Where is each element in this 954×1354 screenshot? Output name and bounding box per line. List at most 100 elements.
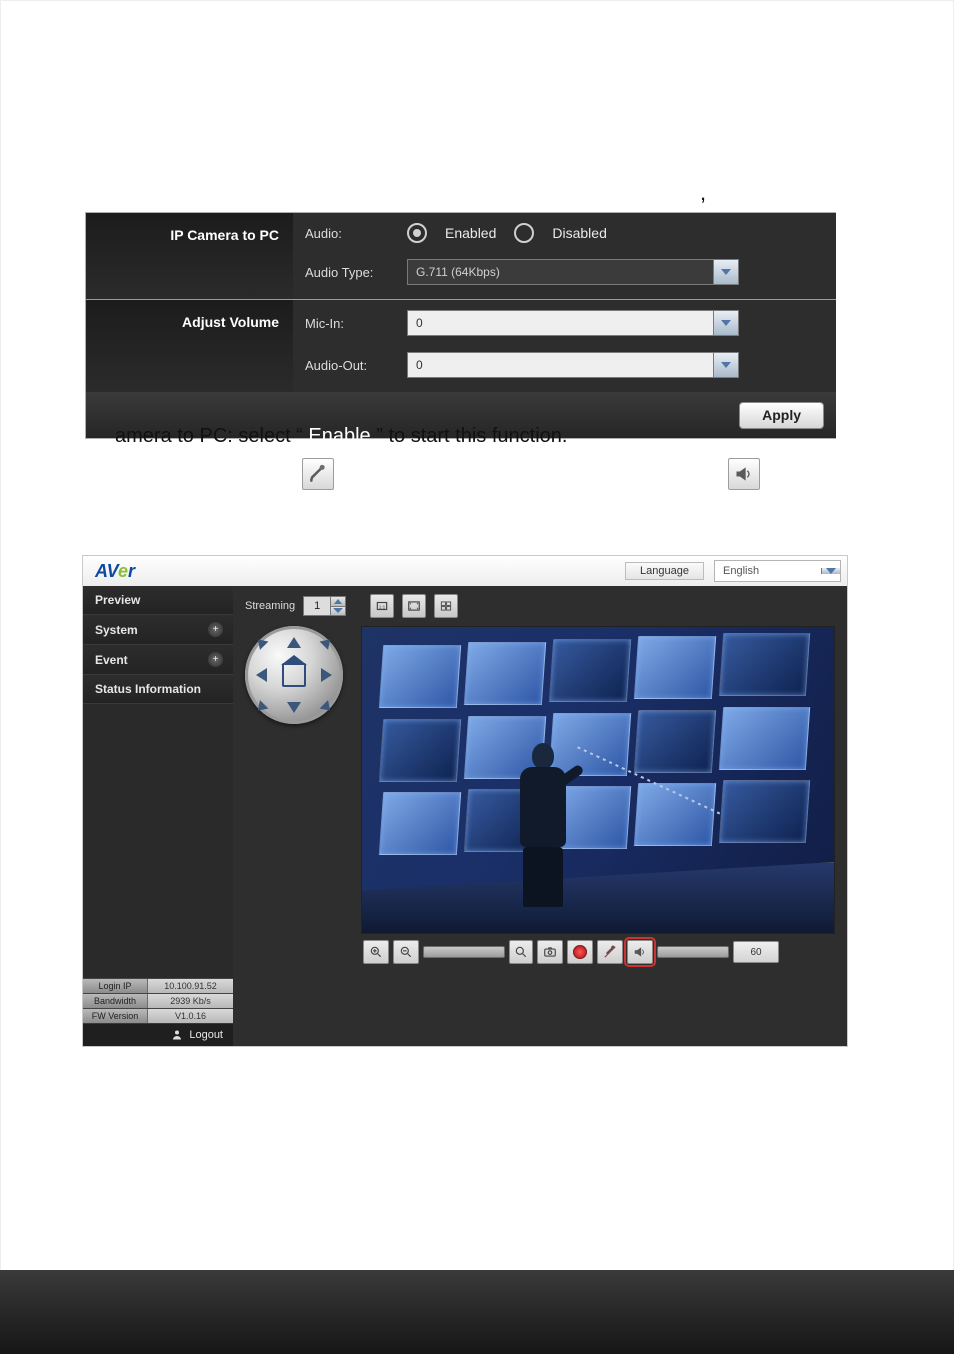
sentence-part-1: amera to PC: select “ xyxy=(115,425,303,447)
zoom-out-icon xyxy=(399,945,413,959)
zoom-in-icon xyxy=(369,945,383,959)
audio-config-panel: IP Camera to PC Audio: Enabled Disabled … xyxy=(85,212,836,439)
snapshot-button[interactable] xyxy=(537,940,563,964)
streaming-value: 1 xyxy=(304,597,330,615)
streaming-toolbar: Streaming 1 1:1 xyxy=(233,586,847,626)
ptz-up-button[interactable] xyxy=(287,637,301,648)
sidebar-item-label: Preview xyxy=(95,593,140,607)
status-value: 2939 Kb/s xyxy=(148,994,233,1008)
language-value: English xyxy=(715,565,821,577)
spinner-down-button[interactable] xyxy=(330,607,345,616)
sidebar-item-system[interactable]: System + xyxy=(83,615,233,645)
app-window: AVer Language English Preview System + E… xyxy=(82,555,848,1047)
mic-in-value: 0 xyxy=(408,311,713,335)
audio-out-dropdown-button[interactable] xyxy=(713,353,738,377)
ptz-up-left-button[interactable] xyxy=(254,635,269,650)
actual-size-icon: 1:1 xyxy=(375,599,389,613)
chevron-down-icon xyxy=(721,269,731,275)
record-icon xyxy=(573,945,587,959)
fit-window-button[interactable] xyxy=(402,594,426,618)
video-preview xyxy=(361,626,835,934)
ptz-dial xyxy=(245,626,343,724)
listen-button[interactable] xyxy=(627,940,653,964)
speaker-icon xyxy=(633,945,647,959)
fullscreen-button[interactable] xyxy=(434,594,458,618)
mic-in-select[interactable]: 0 xyxy=(407,310,739,336)
logout-label: Logout xyxy=(189,1029,223,1041)
language-label: Language xyxy=(625,562,704,580)
audio-type-value: G.711 (64Kbps) xyxy=(408,260,713,284)
sidebar: Preview System + Event + Status Informat… xyxy=(83,586,233,1046)
video-wall-illustration xyxy=(362,627,834,933)
status-value: 10.100.91.52 xyxy=(148,979,233,993)
ptz-home-button[interactable] xyxy=(282,663,306,687)
mic-in-dropdown-button[interactable] xyxy=(713,311,738,335)
sentence-part-2: ” to start this function. xyxy=(376,425,567,447)
streaming-spinner[interactable]: 1 xyxy=(303,596,346,616)
actual-size-button[interactable]: 1:1 xyxy=(370,594,394,618)
sidebar-item-event[interactable]: Event + xyxy=(83,645,233,675)
talk-mic-icon-button[interactable] xyxy=(302,458,334,490)
section-title-adjust-volume: Adjust Volume xyxy=(86,300,293,392)
ptz-down-left-button[interactable] xyxy=(254,700,269,715)
sentence-gap: Enable xyxy=(308,425,370,447)
expand-icon[interactable]: + xyxy=(208,652,223,667)
language-select[interactable]: English xyxy=(714,560,841,582)
audio-out-select[interactable]: 0 xyxy=(407,352,739,378)
chevron-down-icon xyxy=(721,320,731,326)
ptz-up-right-button[interactable] xyxy=(319,635,334,650)
expand-icon[interactable]: + xyxy=(208,622,223,637)
sidebar-item-preview[interactable]: Preview xyxy=(83,586,233,615)
logout-button[interactable]: Logout xyxy=(83,1023,233,1046)
status-row-fw-version: FW Version V1.0.16 xyxy=(83,1008,233,1023)
zoom-in-button[interactable] xyxy=(363,940,389,964)
status-row-login-ip: Login IP 10.100.91.52 xyxy=(83,978,233,993)
audio-disabled-label: Disabled xyxy=(552,225,606,241)
audio-enabled-label: Enabled xyxy=(445,225,496,241)
streaming-label: Streaming xyxy=(245,600,295,612)
chevron-down-icon xyxy=(826,568,836,574)
status-key: Login IP xyxy=(83,979,148,993)
ptz-down-right-button[interactable] xyxy=(319,700,334,715)
svg-text:1:1: 1:1 xyxy=(379,604,386,609)
chevron-down-icon xyxy=(721,362,731,368)
fit-window-icon xyxy=(407,599,421,613)
volume-value: 60 xyxy=(733,941,779,963)
audio-enabled-radio[interactable] xyxy=(407,223,427,243)
video-toolbar: 60 xyxy=(361,940,835,964)
language-dropdown-button[interactable] xyxy=(821,568,840,574)
speaker-icon-button[interactable] xyxy=(728,458,760,490)
mic-in-label: Mic-In: xyxy=(305,316,395,331)
ptz-right-button[interactable] xyxy=(321,668,332,682)
chevron-up-icon xyxy=(334,599,342,604)
audio-disabled-radio[interactable] xyxy=(514,223,534,243)
camera-icon xyxy=(543,945,557,959)
hidden-marker: , xyxy=(700,180,706,206)
zoom-out-button[interactable] xyxy=(393,940,419,964)
magnifier-icon xyxy=(514,945,528,959)
zoom-reset-button[interactable] xyxy=(509,940,533,964)
section-title-ip-camera-to-pc: IP Camera to PC xyxy=(86,213,293,299)
chevron-down-icon xyxy=(333,608,343,613)
status-key: FW Version xyxy=(83,1009,148,1023)
audio-type-select[interactable]: G.711 (64Kbps) xyxy=(407,259,739,285)
status-value: V1.0.16 xyxy=(148,1009,233,1023)
sidebar-item-label: Event xyxy=(95,653,128,667)
record-button[interactable] xyxy=(567,940,593,964)
spinner-up-button[interactable] xyxy=(330,597,345,607)
apply-button[interactable]: Apply xyxy=(739,402,824,429)
volume-slider[interactable] xyxy=(657,946,729,958)
talk-button[interactable] xyxy=(597,940,623,964)
audio-out-label: Audio-Out: xyxy=(305,358,395,373)
sidebar-item-status-information[interactable]: Status Information xyxy=(83,675,233,704)
zoom-slider[interactable] xyxy=(423,946,505,958)
microphone-off-icon xyxy=(603,945,617,959)
page-footer-bar xyxy=(0,1270,954,1354)
audio-type-dropdown-button[interactable] xyxy=(713,260,738,284)
ptz-down-button[interactable] xyxy=(287,702,301,713)
operator-figure xyxy=(513,743,573,913)
ptz-left-button[interactable] xyxy=(256,668,267,682)
status-key: Bandwidth xyxy=(83,994,148,1008)
main-panel: Streaming 1 1:1 xyxy=(233,586,847,1046)
app-header: AVer Language English xyxy=(83,556,847,587)
